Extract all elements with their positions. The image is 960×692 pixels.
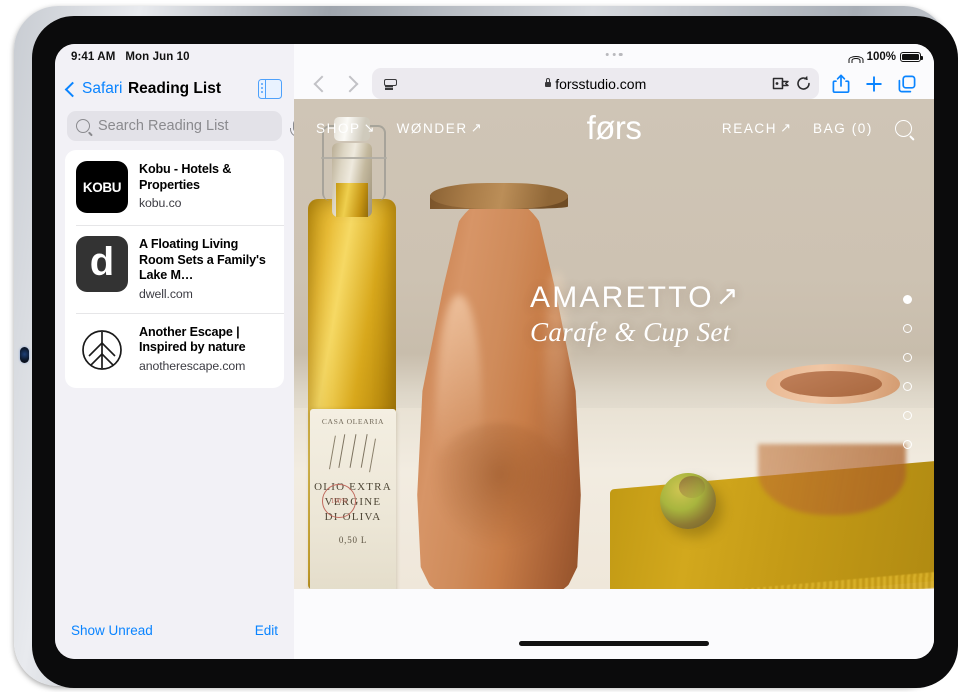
arrow-up-right-icon: ↗ <box>470 120 482 135</box>
amaretto-carafe <box>412 183 586 589</box>
list-item-host: kobu.co <box>139 196 182 210</box>
search-input[interactable] <box>96 117 287 135</box>
wifi-icon <box>848 52 864 63</box>
back-button[interactable] <box>305 69 335 99</box>
chevron-left-icon <box>64 81 81 97</box>
pagination-dot[interactable] <box>903 295 912 304</box>
site-navigation: SHOP ↘ WØNDER ↗ førs REACH ↗ BAG (0) <box>294 99 934 157</box>
url-display: forsstudio.com <box>372 76 819 92</box>
web-page-content: CASA OLEARIA 100% OLIO EXTRA VERGINE DI OL… <box>294 99 934 589</box>
list-item-host: dwell.com <box>139 286 193 301</box>
list-item[interactable]: d A Floating Living Room Sets a Family's… <box>65 225 284 313</box>
home-indicator[interactable] <box>519 641 709 646</box>
forward-button[interactable] <box>336 69 366 99</box>
search-icon <box>76 119 90 133</box>
hero-subtitle: Carafe & Cup Set <box>530 317 731 347</box>
extensions-icon[interactable] <box>772 76 790 91</box>
battery-icon <box>900 51 923 63</box>
page-settings-icon[interactable] <box>379 73 401 95</box>
battery-percent: 100% <box>866 51 896 63</box>
reading-list-sidebar: 9:41 AM Mon Jun 10 Safari Reading List S… <box>55 44 306 659</box>
sidebar-toggle-icon[interactable] <box>258 79 282 99</box>
pagination-dot[interactable] <box>903 411 912 420</box>
show-unread-button[interactable]: Show Unread <box>71 623 153 638</box>
list-item-host: anotherescape.com <box>139 358 246 373</box>
page-footer-area <box>294 589 934 659</box>
browser-toolbar: 100% forsstudio.com <box>294 44 934 106</box>
screen: 9:41 AM Mon Jun 10 Safari Reading List S… <box>55 44 934 659</box>
dwell-favicon: d <box>76 236 128 292</box>
multitask-dots-icon[interactable] <box>605 53 623 57</box>
list-item-title: Another Escape | Inspired by nature <box>139 324 246 355</box>
status-date: Mon Jun 10 <box>125 51 190 63</box>
list-item[interactable]: Another Escape | Inspired by nature anot… <box>65 312 284 388</box>
search-icon[interactable] <box>895 119 912 137</box>
edit-button[interactable]: Edit <box>255 623 278 638</box>
arrow-up-right-icon: ↗ <box>715 281 739 311</box>
share-button[interactable] <box>825 69 857 99</box>
sidebar-footer: Show Unread Edit <box>55 607 294 659</box>
search-container <box>55 108 306 150</box>
nav-wonder[interactable]: WØNDER ↗ <box>397 120 482 136</box>
hero-copy: AMARETTO ↗ Carafe & Cup Set <box>530 281 738 348</box>
status-time: 9:41 AM <box>71 51 116 63</box>
bottle-label: CASA OLEARIA 100% OLIO EXTRA VERGINE DI OL… <box>310 409 396 589</box>
slide-pagination <box>903 295 912 449</box>
list-item[interactable]: KOBU Kobu - Hotels & Properties kobu.co <box>65 150 284 225</box>
tab-overview-button[interactable] <box>891 69 923 99</box>
new-tab-button[interactable] <box>858 69 890 99</box>
pagination-dot[interactable] <box>903 440 912 449</box>
back-to-safari-button[interactable]: Safari <box>64 80 123 98</box>
pagination-dot[interactable] <box>903 324 912 333</box>
chevron-left-icon <box>313 75 330 93</box>
list-item-title: A Floating Living Room Sets a Family's L… <box>139 237 266 282</box>
pagination-dot[interactable] <box>903 353 912 362</box>
address-bar[interactable]: forsstudio.com <box>372 68 819 99</box>
sidebar-header: Safari Reading List <box>55 70 294 108</box>
fig-fruit <box>660 473 716 529</box>
ipad-device-frame: 9:41 AM Mon Jun 10 Safari Reading List S… <box>14 6 958 688</box>
nav-shop[interactable]: SHOP ↘ <box>316 120 375 136</box>
amaretto-cup <box>758 364 906 515</box>
pagination-dot[interactable] <box>903 382 912 391</box>
hero-title[interactable]: AMARETTO ↗ <box>530 281 738 315</box>
chevron-forward-icon <box>341 75 358 93</box>
status-bar-left: 9:41 AM Mon Jun 10 <box>55 44 294 70</box>
arrow-down-right-icon: ↘ <box>363 120 375 135</box>
favicon-label: d <box>89 240 115 284</box>
list-item-title: Kobu - Hotels & Properties <box>139 162 232 192</box>
leaf-favicon <box>76 323 128 376</box>
reload-icon[interactable] <box>795 75 812 92</box>
reading-list: KOBU Kobu - Hotels & Properties kobu.co … <box>65 150 284 388</box>
favicon-label: KOBU <box>82 179 122 195</box>
browser-pane: 100% forsstudio.com CASA OLEARIA 100% OL… <box>294 44 934 659</box>
lock-icon <box>544 78 552 87</box>
olive-oil-bottle: CASA OLEARIA 100% OLIO EXTRA VERGINE DI OL… <box>300 113 402 589</box>
back-label: Safari <box>82 80 123 97</box>
front-camera <box>20 347 29 363</box>
search-field[interactable] <box>67 111 306 141</box>
kobu-favicon: KOBU <box>76 161 128 213</box>
status-bar-right: 100% <box>848 51 923 63</box>
nav-reach[interactable]: REACH ↗ <box>722 120 791 136</box>
arrow-up-right-icon: ↗ <box>780 120 792 135</box>
nav-bag[interactable]: BAG (0) <box>813 121 873 136</box>
url-text: forsstudio.com <box>555 75 647 92</box>
site-logo[interactable]: førs <box>587 109 642 147</box>
